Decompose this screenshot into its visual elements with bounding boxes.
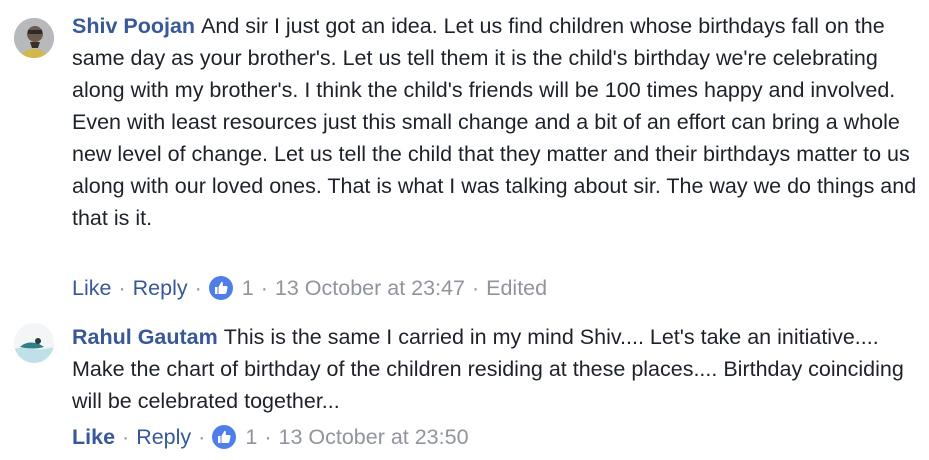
comment-text: Rahul Gautam This is the same I carried i… — [72, 321, 922, 417]
avatar-image — [14, 18, 54, 58]
comment-author[interactable]: Rahul Gautam — [72, 325, 218, 349]
comment-text: Shiv Poojan And sir I just got an idea. L… — [72, 10, 922, 234]
comment-author[interactable]: Shiv Poojan — [72, 14, 195, 38]
comment-content: Rahul Gautam This is the same I carried i… — [72, 321, 922, 449]
reaction-count[interactable]: 1 — [242, 273, 254, 303]
avatar-image — [14, 323, 54, 363]
thumbs-up-icon[interactable] — [212, 425, 237, 449]
comment-actions: Like · Reply · 1 · 13 October at 23:47 ·… — [72, 273, 547, 303]
separator-dot: · — [471, 276, 480, 300]
avatar[interactable] — [14, 323, 54, 363]
separator-dot: · — [194, 276, 202, 300]
comment-actions: Like · Reply · 1 · 13 October at 23:50 — [72, 422, 469, 452]
thumbs-up-icon[interactable] — [208, 276, 233, 300]
comment-body: And sir I just got an idea. Let us find … — [72, 14, 917, 230]
separator-dot: · — [260, 276, 268, 300]
like-button[interactable]: Like — [72, 273, 111, 303]
separator-dot: · — [122, 425, 130, 449]
edited-label[interactable]: Edited — [486, 273, 547, 303]
separator-dot: · — [198, 425, 206, 449]
like-button[interactable]: Like — [72, 422, 115, 452]
separator-dot: · — [118, 276, 126, 300]
avatar[interactable] — [14, 18, 54, 58]
comment-content: Shiv Poojan And sir I just got an idea. L… — [72, 10, 922, 300]
comment-timestamp[interactable]: 13 October at 23:47 — [275, 273, 465, 303]
reaction-count[interactable]: 1 — [245, 422, 257, 452]
reply-button[interactable]: Reply — [133, 273, 188, 303]
comment-timestamp[interactable]: 13 October at 23:50 — [278, 422, 468, 452]
separator-dot: · — [264, 425, 272, 449]
reply-button[interactable]: Reply — [136, 422, 191, 452]
